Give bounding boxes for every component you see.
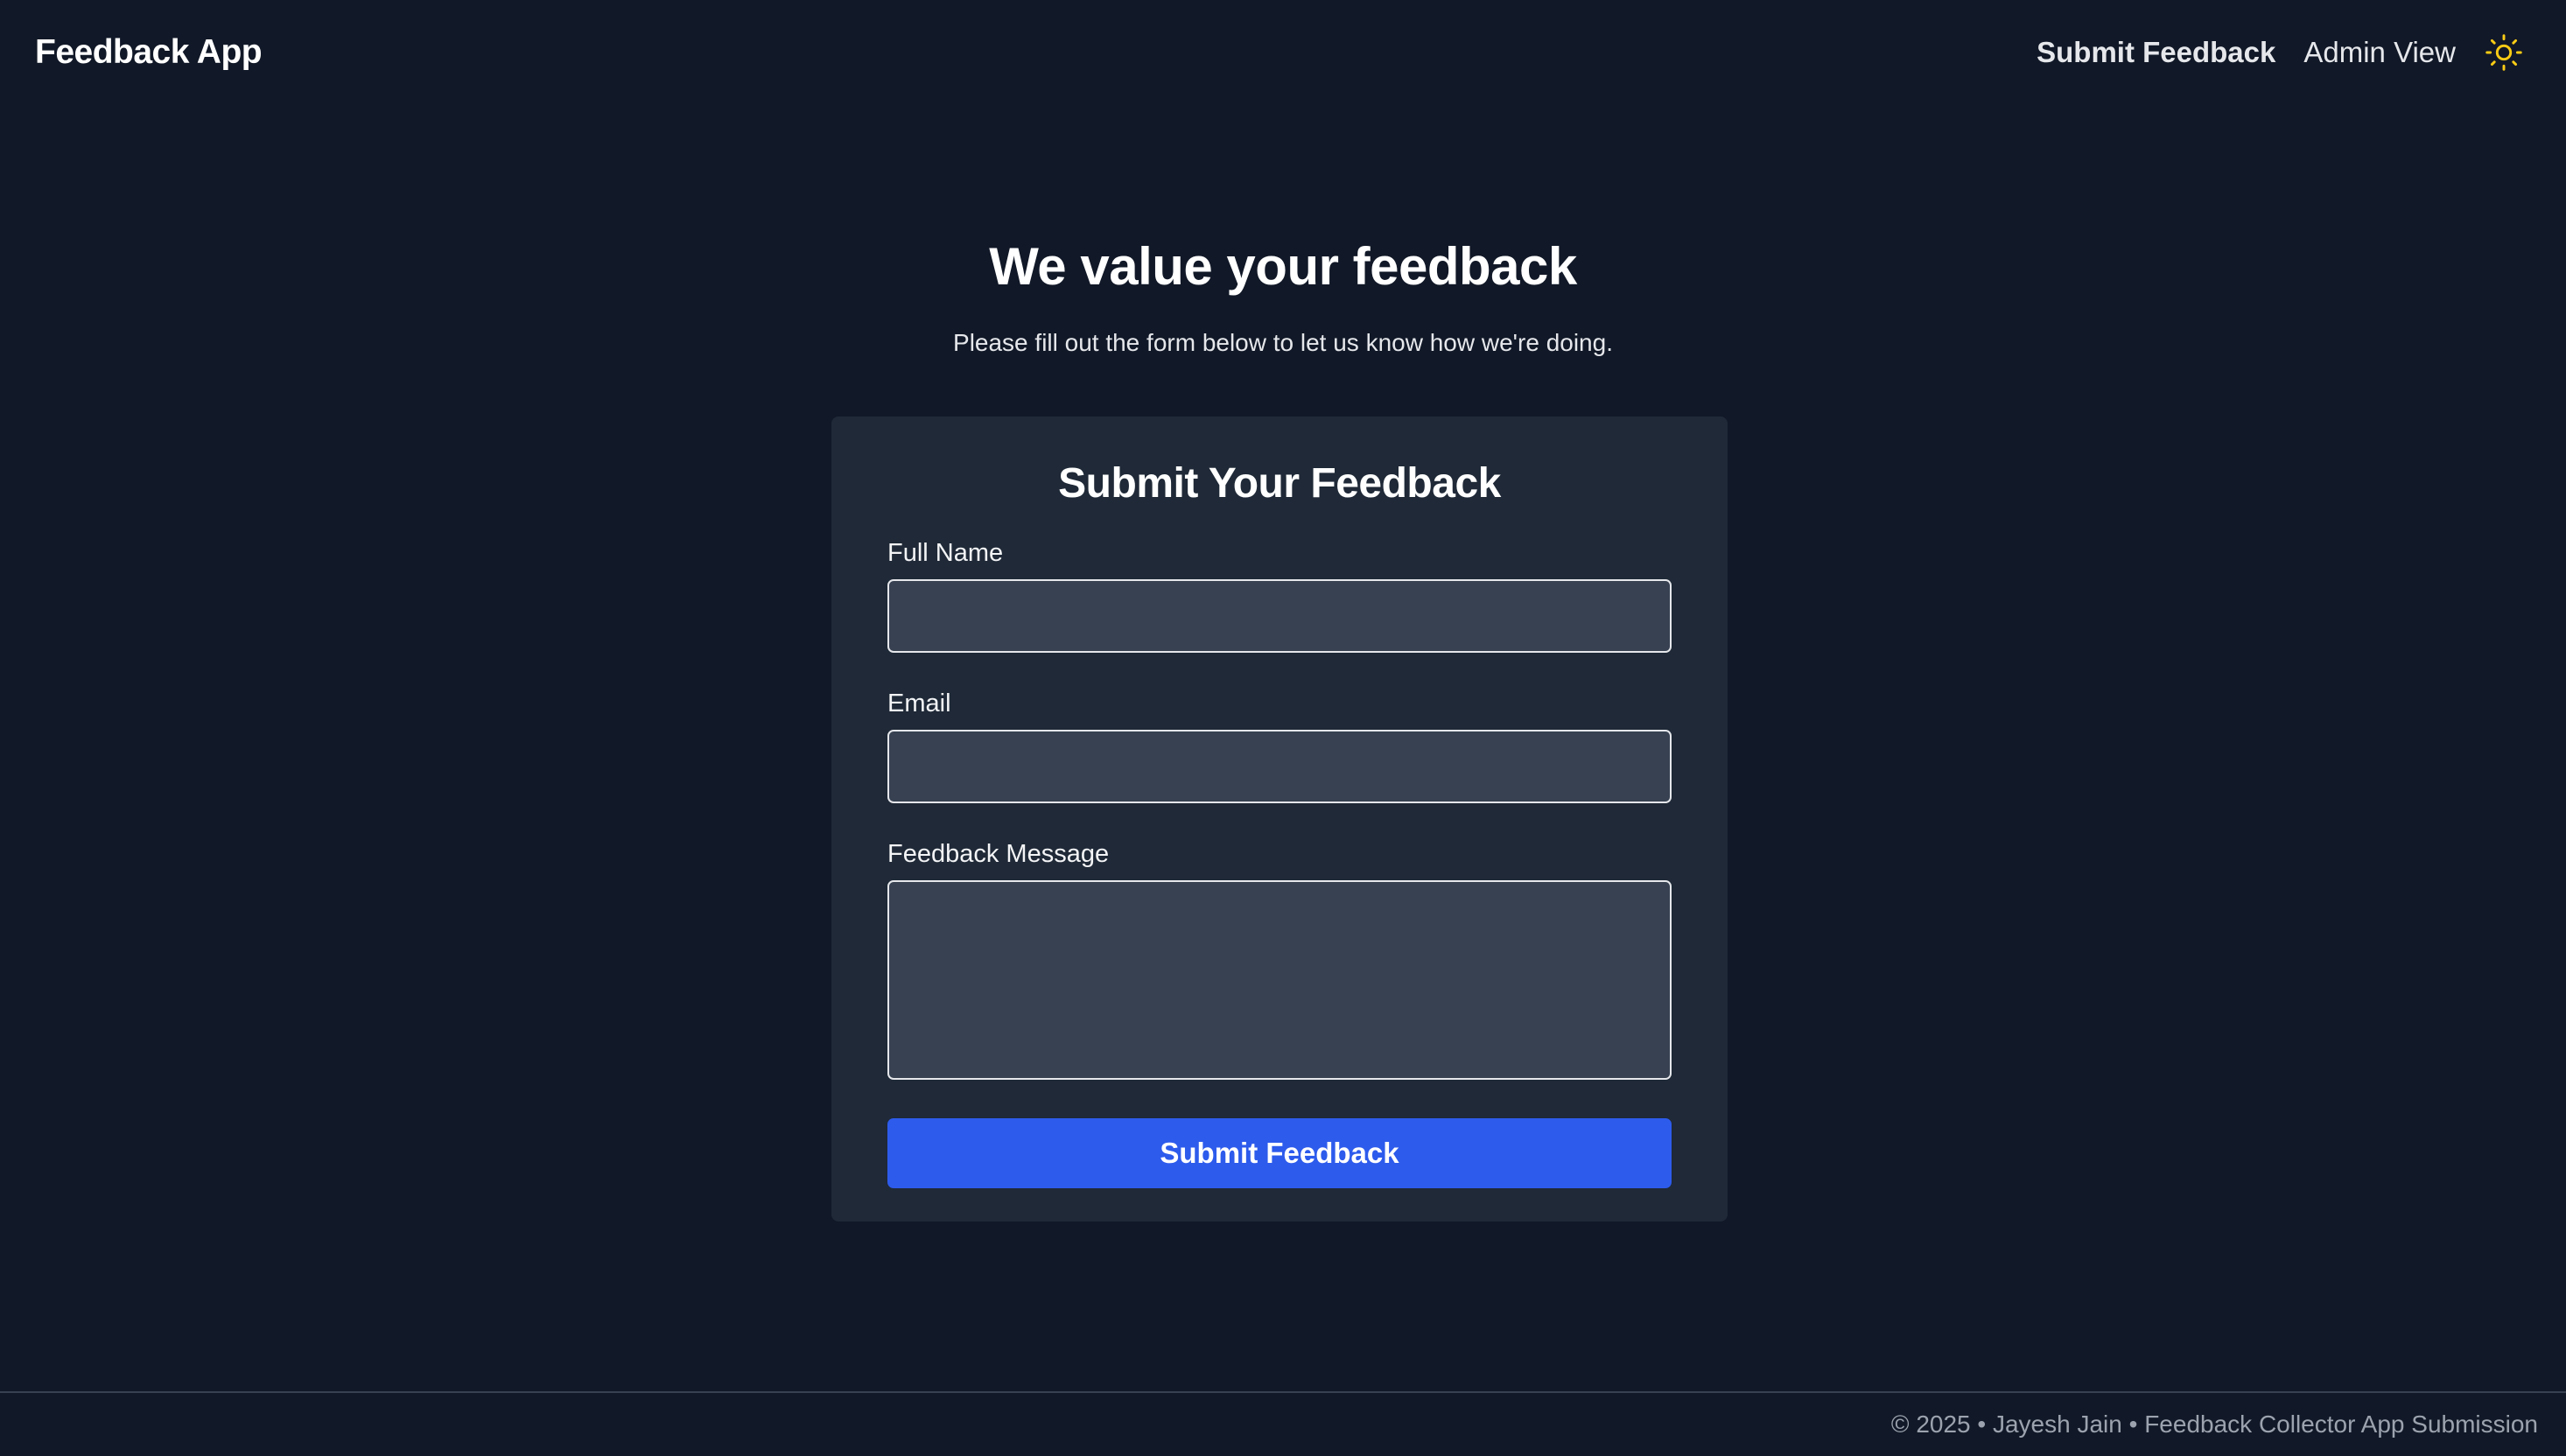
navbar: Feedback App Submit Feedback Admin View xyxy=(0,0,2566,105)
nav-links: Submit Feedback Admin View xyxy=(2037,32,2524,73)
full-name-label: Full Name xyxy=(887,539,1004,567)
footer: © 2025 • Jayesh Jain • Feedback Collecto… xyxy=(0,1391,2566,1456)
feedback-message-label: Feedback Message xyxy=(887,840,1110,868)
brand-logo-text[interactable]: Feedback App xyxy=(35,33,263,72)
sun-icon xyxy=(2485,34,2522,71)
feedback-message-textarea[interactable] xyxy=(887,880,1672,1080)
email-label: Email xyxy=(887,690,951,718)
footer-copyright: © 2025 • Jayesh Jain • Feedback Collecto… xyxy=(1890,1410,2538,1438)
page-title: We value your feedback xyxy=(989,237,1577,296)
full-name-input[interactable] xyxy=(887,579,1672,653)
submit-feedback-button[interactable]: Submit Feedback xyxy=(887,1118,1672,1188)
form-title: Submit Your Feedback xyxy=(1058,460,1501,507)
nav-link-submit-feedback[interactable]: Submit Feedback xyxy=(2037,36,2275,69)
page-subtitle: Please fill out the form below to let us… xyxy=(953,329,1613,356)
hero-section: We value your feedback Please fill out t… xyxy=(0,229,2566,360)
theme-toggle-button[interactable] xyxy=(2484,32,2524,73)
email-input[interactable] xyxy=(887,730,1672,803)
feedback-form-card: Submit Your Feedback Full Name Email Fee… xyxy=(831,416,1728,1222)
nav-link-admin-view[interactable]: Admin View xyxy=(2303,36,2456,69)
